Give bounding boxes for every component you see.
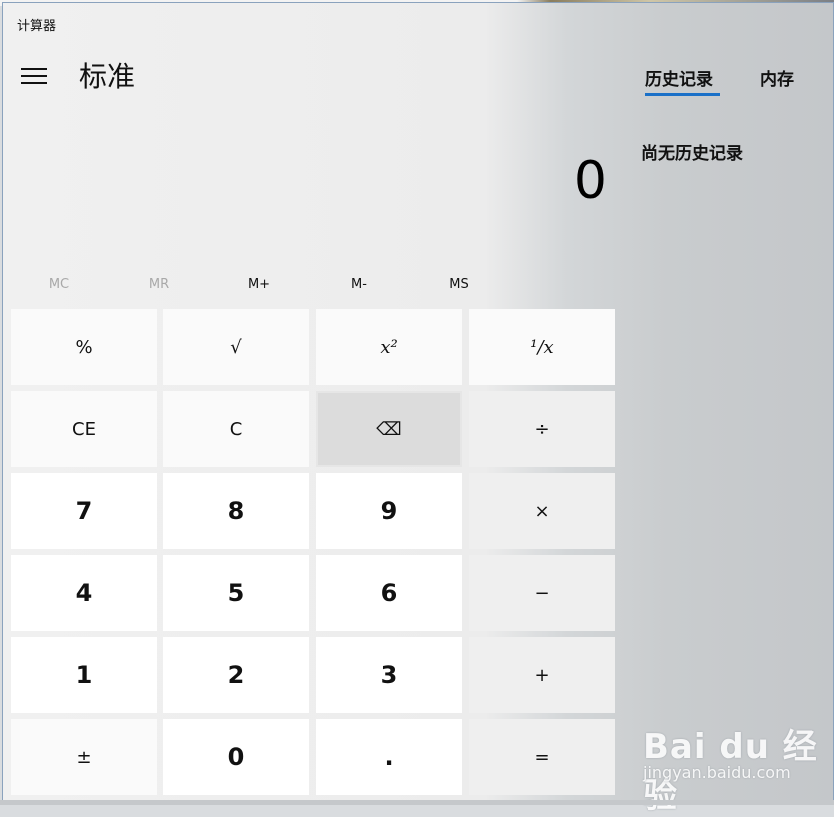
multiply-button[interactable]: ×	[469, 473, 615, 549]
digit-2-button[interactable]: 2	[163, 637, 309, 713]
digit-9-button[interactable]: 9	[316, 473, 462, 549]
digit-4-button[interactable]: 4	[11, 555, 157, 631]
digit-6-button[interactable]: 6	[316, 555, 462, 631]
result-display: 0	[573, 151, 607, 211]
divide-button[interactable]: ÷	[469, 391, 615, 467]
calculator-window: 计算器 标准 0 MC MR M+ M- MS % √ x² ¹/x CE C …	[2, 2, 834, 816]
add-button[interactable]: +	[469, 637, 615, 713]
backspace-button[interactable]: ⌫	[316, 391, 462, 467]
taskbar-edge	[0, 800, 834, 805]
tab-memory[interactable]: 内存	[760, 65, 794, 90]
memory-recall-button[interactable]: MR	[111, 267, 207, 301]
menu-icon[interactable]	[21, 66, 47, 86]
equals-button[interactable]: =	[469, 719, 615, 795]
sqrt-button[interactable]: √	[163, 309, 309, 385]
digit-5-button[interactable]: 5	[163, 555, 309, 631]
digit-7-button[interactable]: 7	[11, 473, 157, 549]
memory-add-button[interactable]: M+	[211, 267, 307, 301]
percent-button[interactable]: %	[11, 309, 157, 385]
history-empty-message: 尚无历史记录	[641, 144, 743, 164]
tab-history[interactable]: 历史记录	[645, 65, 713, 90]
digit-0-button[interactable]: 0	[163, 719, 309, 795]
active-tab-indicator	[645, 93, 720, 96]
decimal-button[interactable]: .	[316, 719, 462, 795]
subtract-button[interactable]: −	[469, 555, 615, 631]
window-title: 计算器	[17, 19, 57, 34]
clear-button[interactable]: C	[163, 391, 309, 467]
memory-clear-button[interactable]: MC	[11, 267, 107, 301]
reciprocal-button[interactable]: ¹/x	[469, 309, 615, 385]
baidu-watermark: Bai du 经验 jingyan.baidu.com	[643, 715, 833, 816]
digit-1-button[interactable]: 1	[11, 637, 157, 713]
digit-3-button[interactable]: 3	[316, 637, 462, 713]
memory-subtract-button[interactable]: M-	[311, 267, 407, 301]
backspace-icon: ⌫	[376, 418, 402, 440]
negate-button[interactable]: ±	[11, 719, 157, 795]
memory-store-button[interactable]: MS	[411, 267, 507, 301]
mode-title: 标准	[79, 60, 136, 93]
watermark-url: jingyan.baidu.com	[643, 763, 791, 782]
square-button[interactable]: x²	[316, 309, 462, 385]
digit-8-button[interactable]: 8	[163, 473, 309, 549]
memory-row: MC MR M+ M- MS	[11, 267, 611, 301]
clear-entry-button[interactable]: CE	[11, 391, 157, 467]
